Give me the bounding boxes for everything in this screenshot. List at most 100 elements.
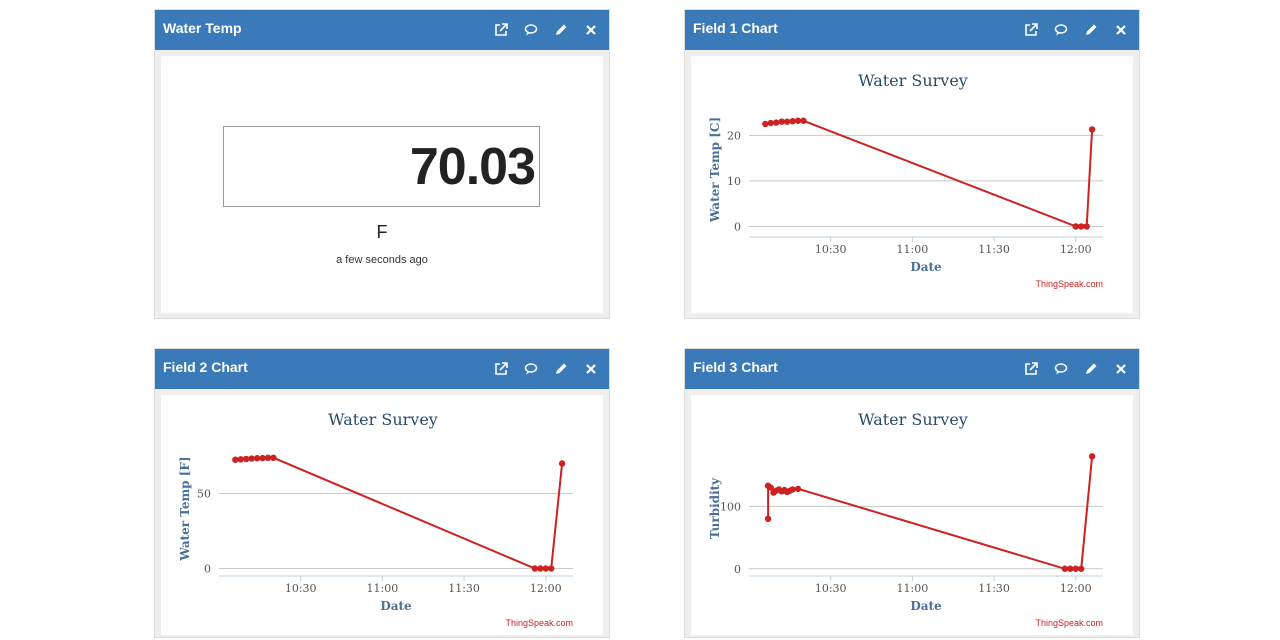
data-point — [778, 118, 785, 125]
comment-icon[interactable] — [521, 359, 541, 379]
y-axis-title: Turbidity — [708, 477, 722, 539]
panel-header: Field 2 Chart — [155, 349, 609, 389]
data-point — [264, 454, 272, 461]
data-point — [800, 117, 807, 124]
x-axis-title: Date — [910, 599, 942, 613]
x-tick-label: 11:30 — [448, 582, 480, 595]
line-chart: Water Survey 0 10 20 10:30 11:00 11:30 12:00 Dat… — [708, 71, 1103, 289]
field-3-chart-panel: Field 3 Chart Water Survey 0 100 10:30 11:00… — [684, 348, 1140, 638]
data-point — [243, 455, 250, 463]
data-point — [762, 120, 769, 128]
data-point — [248, 455, 255, 462]
chart-title: Water Survey — [858, 410, 968, 429]
panel-title: Field 2 Chart — [163, 359, 248, 375]
x-tick-label: 11:00 — [897, 243, 929, 256]
readout-unit: F — [376, 222, 388, 242]
close-icon[interactable] — [1111, 20, 1131, 40]
external-link-icon[interactable] — [1021, 359, 1041, 379]
y-tick-label: 0 — [734, 563, 741, 576]
data-point — [1083, 223, 1090, 230]
x-tick-label: 12:00 — [530, 582, 562, 595]
x-axis-title: Date — [910, 260, 942, 274]
data-point — [794, 485, 802, 493]
y-tick-label: 0 — [204, 563, 211, 576]
x-tick-label: 11:30 — [978, 582, 1010, 595]
panel-actions — [491, 349, 601, 389]
x-tick-label: 12:00 — [1060, 243, 1092, 256]
readout-display: 70.03 — [223, 126, 540, 207]
y-tick-label: 0 — [734, 220, 741, 233]
data-point — [537, 565, 544, 572]
x-tick-label: 10:30 — [285, 582, 317, 595]
series-line — [767, 456, 1094, 570]
data-point — [542, 565, 549, 572]
data-point — [1067, 565, 1074, 572]
data-point — [558, 460, 566, 467]
chart-title: Water Survey — [858, 71, 968, 90]
y-tick-label: 50 — [197, 488, 211, 501]
chart-credit: ThingSpeak.com — [1035, 618, 1103, 628]
data-point — [789, 118, 796, 125]
x-tick-label: 10:30 — [815, 582, 847, 595]
x-tick-label: 11:00 — [367, 582, 399, 595]
field-1-chart-panel: Field 1 Chart Water Survey 0 10 20 10:30 11:0… — [684, 9, 1140, 319]
water-temp-panel: Water Temp 70.03 F a few seconds ago — [154, 9, 610, 319]
panel-header: Water Temp — [155, 10, 609, 50]
x-tick-label: 12:00 — [1060, 582, 1092, 595]
external-link-icon[interactable] — [491, 20, 511, 40]
data-point — [531, 565, 539, 572]
data-point — [1088, 453, 1096, 460]
pencil-icon[interactable] — [551, 20, 571, 40]
data-point — [232, 456, 239, 463]
y-tick-label: 20 — [727, 129, 741, 142]
close-icon[interactable] — [1111, 359, 1131, 379]
close-icon[interactable] — [581, 359, 601, 379]
pencil-icon[interactable] — [1081, 20, 1101, 40]
chart-credit: ThingSpeak.com — [505, 618, 573, 628]
data-point — [1072, 565, 1079, 572]
comment-icon[interactable] — [521, 20, 541, 40]
panel-title: Field 1 Chart — [693, 20, 778, 36]
series-line — [765, 119, 1094, 228]
data-point — [253, 455, 261, 462]
pencil-icon[interactable] — [1081, 359, 1101, 379]
data-point — [1078, 565, 1085, 572]
x-tick-label: 10:30 — [815, 243, 847, 256]
panel-header: Field 3 Chart — [685, 349, 1139, 389]
y-tick-label: 100 — [720, 500, 741, 513]
data-point — [767, 119, 774, 127]
panel-actions — [1021, 349, 1131, 389]
data-point — [773, 119, 780, 126]
panel-actions — [1021, 10, 1131, 50]
data-point — [789, 486, 796, 493]
readout-value: 70.03 — [409, 138, 536, 196]
panel-body: Water Survey 0 50 10:30 11:00 11:30 12:00 Date W… — [161, 395, 603, 635]
comment-icon[interactable] — [1051, 20, 1071, 40]
data-point — [270, 454, 277, 461]
line-chart: Water Survey 0 50 10:30 11:00 11:30 12:00 Date W… — [178, 410, 573, 628]
data-point — [1078, 223, 1085, 230]
data-point — [764, 515, 772, 523]
y-axis-title: Water Temp [C] — [708, 117, 722, 223]
series-line — [235, 456, 564, 570]
external-link-icon[interactable] — [491, 359, 511, 379]
field-2-chart-panel: Field 2 Chart Water Survey 0 50 10:30 11:00 1… — [154, 348, 610, 638]
line-chart: Water Survey 0 100 10:30 11:00 11:30 12:00 Date… — [708, 410, 1103, 628]
data-point — [794, 117, 802, 124]
x-axis-title: Date — [380, 599, 412, 613]
y-tick-label: 10 — [727, 175, 741, 188]
panel-body: 70.03 F a few seconds ago — [161, 56, 603, 313]
panel-body: Water Survey 0 10 20 10:30 11:00 11:30 12:00 Dat… — [691, 56, 1133, 313]
chart-title: Water Survey — [328, 410, 438, 429]
comment-icon[interactable] — [1051, 359, 1071, 379]
panel-title: Field 3 Chart — [693, 359, 778, 375]
external-link-icon[interactable] — [1021, 20, 1041, 40]
panel-header: Field 1 Chart — [685, 10, 1139, 50]
data-point — [783, 118, 791, 125]
pencil-icon[interactable] — [551, 359, 571, 379]
close-icon[interactable] — [581, 20, 601, 40]
chart-credit: ThingSpeak.com — [1035, 279, 1103, 289]
panel-body: Water Survey 0 100 10:30 11:00 11:30 12:00 Date… — [691, 395, 1133, 635]
data-point — [1088, 126, 1096, 133]
data-point — [237, 456, 244, 463]
